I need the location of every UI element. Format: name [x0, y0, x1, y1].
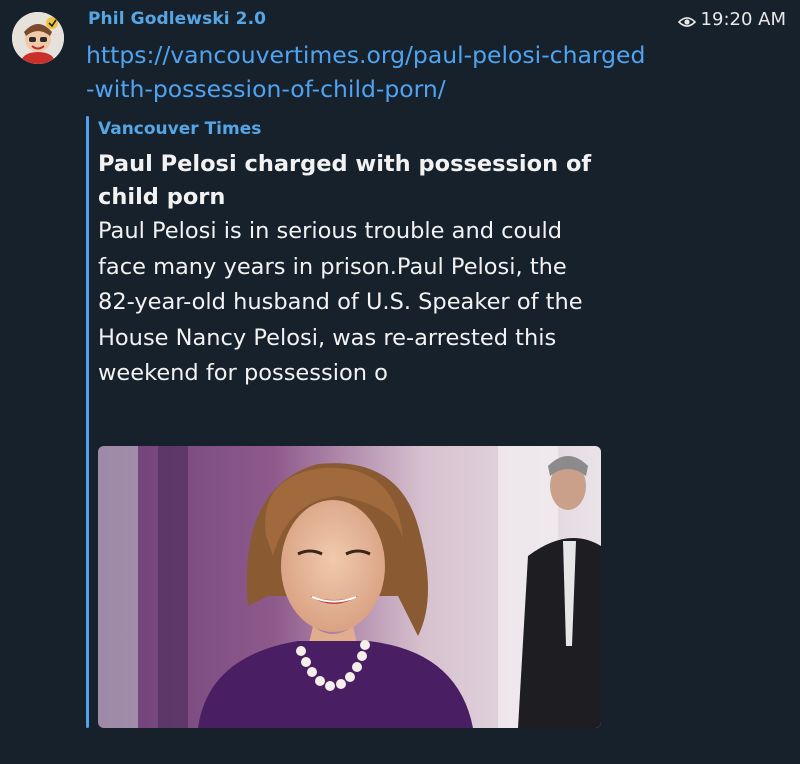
message-time: 19:20 AM [700, 9, 786, 30]
avatar[interactable] [12, 12, 64, 64]
chat-message: Phil Godlewski 2.0 19:20 AM https://vanc… [0, 0, 800, 764]
message-meta: 19:20 AM [677, 9, 786, 30]
preview-description: Paul Pelosi is in serious trouble and co… [98, 218, 583, 386]
author-name[interactable]: Phil Godlewski 2.0 [88, 9, 266, 29]
eye-icon [677, 13, 696, 27]
preview-accent-bar [86, 116, 89, 728]
preview-image[interactable] [98, 446, 601, 728]
preview-site-name: Vancouver Times [98, 119, 262, 139]
message-link[interactable]: https://vancouvertimes.org/paul-pelosi-c… [86, 38, 646, 106]
preview-title: Paul Pelosi charged with possession of c… [98, 151, 592, 210]
link-preview[interactable]: Vancouver Times Paul Pelosi charged with… [86, 116, 606, 728]
